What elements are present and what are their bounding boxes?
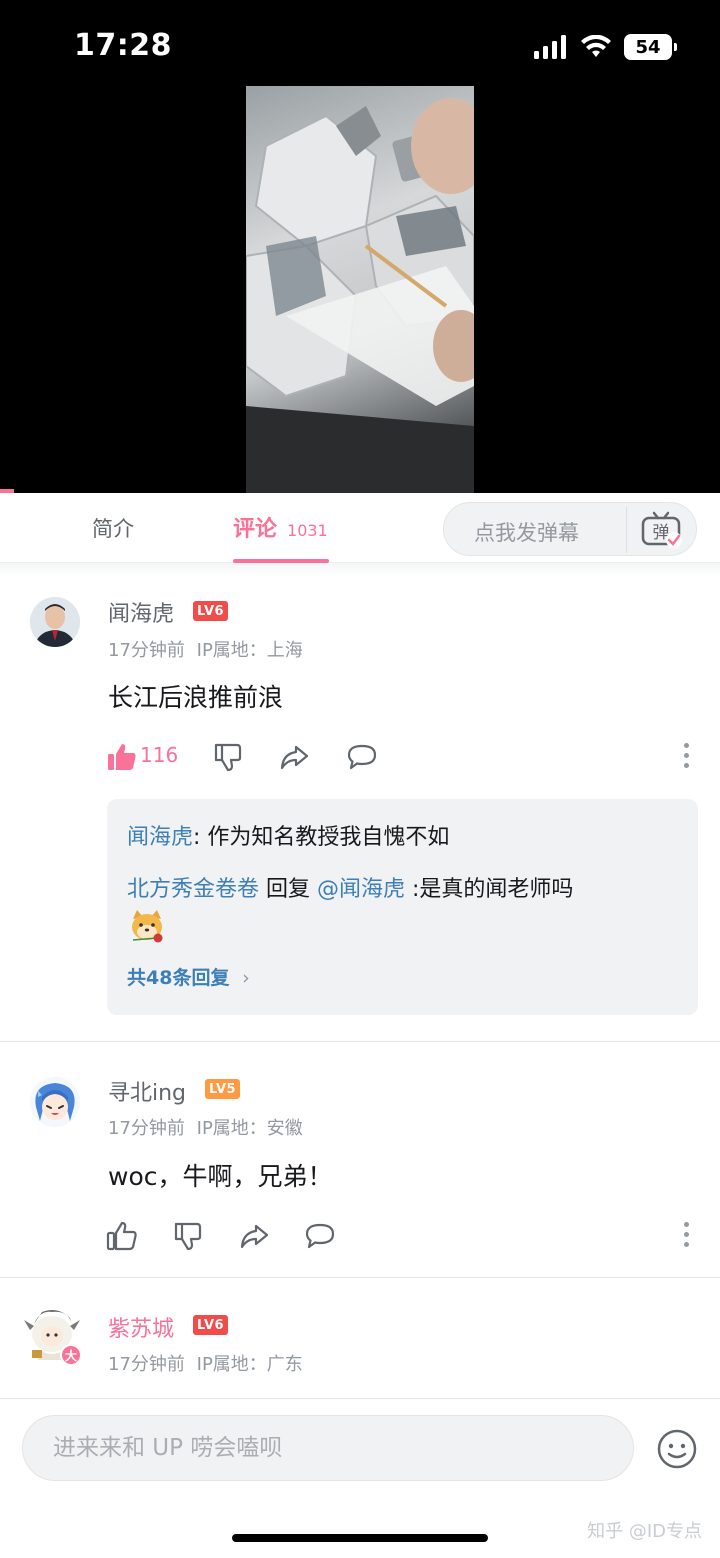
dog-rose-emoji-icon bbox=[132, 910, 163, 943]
comment-time: 17分钟前 bbox=[108, 1118, 185, 1139]
status-icons: 54 bbox=[534, 32, 677, 62]
status-bar: 17:28 54 bbox=[0, 0, 720, 86]
tab-comments[interactable]: 评论 1031 bbox=[233, 511, 328, 543]
level-badge: LV5 bbox=[205, 1079, 241, 1099]
more-replies-label: 共48条回复 bbox=[127, 967, 230, 989]
comment-actions bbox=[106, 1220, 696, 1254]
danmaku-input[interactable]: 点我发弹幕 弹 bbox=[443, 502, 697, 556]
reply-text: : 作为知名教授我自愧不如 bbox=[193, 825, 450, 850]
section-divider bbox=[0, 563, 720, 577]
level-badge: LV6 bbox=[193, 601, 229, 621]
tab-intro[interactable]: 简介 bbox=[92, 513, 134, 543]
comment-item: 大 紫苏城 LV6 17分钟前 IP属地：广东 bbox=[0, 1278, 720, 1398]
level-badge: LV6 bbox=[193, 1315, 229, 1335]
comment-ip: IP属地：广东 bbox=[196, 1354, 303, 1375]
like-icon[interactable] bbox=[106, 741, 138, 773]
comment-ip: IP属地：上海 bbox=[196, 640, 303, 661]
comment-text: woc，牛啊，兄弟！ bbox=[108, 1162, 333, 1191]
comment-ip: IP属地：安徽 bbox=[196, 1118, 303, 1139]
comment-username[interactable]: 紫苏城 bbox=[108, 1311, 174, 1343]
reply-author[interactable]: 闻海虎 bbox=[127, 825, 193, 850]
danmaku-divider bbox=[626, 507, 627, 553]
reply-author[interactable]: 北方秀金卷卷 bbox=[127, 877, 259, 902]
comment-time: 17分钟前 bbox=[108, 640, 185, 661]
signal-icon bbox=[534, 35, 566, 59]
comment-username[interactable]: 寻北ing bbox=[108, 1075, 186, 1107]
danmaku-toggle-icon[interactable]: 弹 bbox=[639, 509, 683, 551]
video-content-image bbox=[246, 98, 474, 493]
share-icon[interactable] bbox=[238, 1220, 270, 1252]
comment-composer-bar: 知乎 @ID专点 bbox=[0, 1398, 720, 1558]
chevron-right-icon: › bbox=[242, 967, 250, 989]
avatar[interactable] bbox=[30, 1077, 80, 1127]
reply-item: 闻海虎: 作为知名教授我自愧不如 bbox=[127, 819, 449, 851]
battery-icon: 54 bbox=[624, 34, 677, 60]
comment-text: 长江后浪推前浪 bbox=[108, 683, 284, 712]
danmaku-placeholder: 点我发弹幕 bbox=[474, 521, 579, 545]
emoji-icon[interactable] bbox=[656, 1428, 698, 1470]
comment-input-container[interactable] bbox=[22, 1415, 634, 1481]
tab-comments-label: 评论 bbox=[233, 517, 278, 542]
avatar[interactable]: 大 bbox=[20, 1306, 82, 1368]
dislike-icon[interactable] bbox=[212, 741, 244, 773]
comment-item: 闻海虎 LV6 17分钟前 IP属地：上海 长江后浪推前浪 116 闻海虎: 作… bbox=[0, 577, 720, 1042]
comment-meta: 17分钟前 IP属地：上海 bbox=[108, 636, 303, 662]
dislike-icon[interactable] bbox=[172, 1220, 204, 1252]
comment-item: 寻北ing LV5 17分钟前 IP属地：安徽 woc，牛啊，兄弟！ bbox=[0, 1042, 720, 1277]
comment-input[interactable] bbox=[53, 1416, 613, 1480]
reply-preview[interactable]: 闻海虎: 作为知名教授我自愧不如 北方秀金卷卷 回复 @闻海虎 :是真的闻老师吗… bbox=[107, 799, 698, 1015]
reply-action: 回复 bbox=[259, 877, 318, 902]
clock: 17:28 bbox=[74, 28, 172, 63]
reply-icon[interactable] bbox=[346, 741, 378, 773]
comment-time: 17分钟前 bbox=[108, 1354, 185, 1375]
reply-icon[interactable] bbox=[304, 1220, 336, 1252]
battery-level: 54 bbox=[635, 36, 661, 58]
vip-badge: 大 bbox=[60, 1344, 82, 1366]
tab-bar: 简介 评论 1031 点我发弹幕 弹 bbox=[0, 493, 720, 563]
video-player[interactable] bbox=[0, 86, 720, 493]
like-count: 116 bbox=[140, 743, 179, 767]
video-frame bbox=[246, 86, 474, 493]
home-indicator[interactable] bbox=[232, 1534, 488, 1542]
reply-mention[interactable]: @闻海虎 bbox=[317, 877, 405, 902]
share-icon[interactable] bbox=[278, 741, 310, 773]
view-all-replies-link[interactable]: 共48条回复 › bbox=[127, 963, 250, 990]
avatar[interactable] bbox=[30, 597, 80, 647]
comment-actions: 116 bbox=[106, 741, 696, 775]
like-icon[interactable] bbox=[106, 1220, 138, 1252]
more-icon[interactable] bbox=[682, 743, 690, 771]
more-icon[interactable] bbox=[682, 1222, 690, 1250]
watermark: 知乎 @ID专点 bbox=[587, 1521, 702, 1542]
reply-text: :是真的闻老师吗 bbox=[405, 877, 574, 902]
wifi-icon bbox=[581, 35, 611, 57]
tab-comments-count: 1031 bbox=[287, 521, 328, 540]
comment-meta: 17分钟前 IP属地：广东 bbox=[108, 1350, 303, 1376]
comment-meta: 17分钟前 IP属地：安徽 bbox=[108, 1114, 303, 1140]
comment-username[interactable]: 闻海虎 bbox=[108, 596, 174, 628]
reply-item: 北方秀金卷卷 回复 @闻海虎 :是真的闻老师吗 bbox=[127, 871, 573, 903]
